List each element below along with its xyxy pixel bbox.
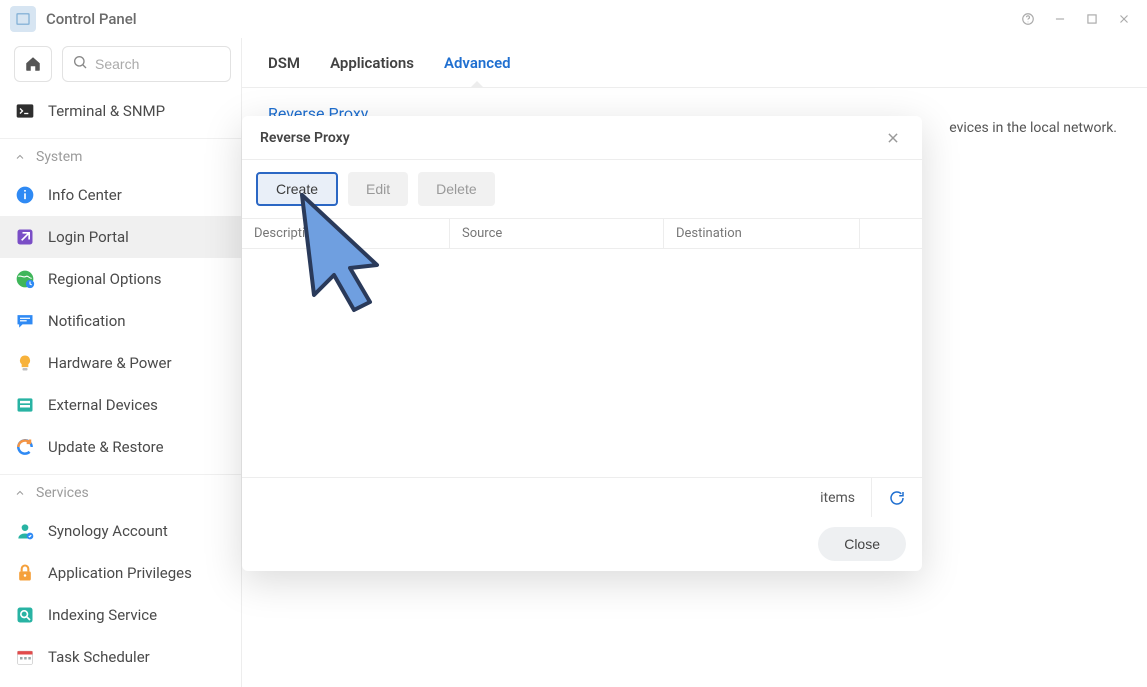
globe-icon — [14, 268, 36, 290]
sidebar-item-label: External Devices — [48, 396, 158, 414]
window-title: Control Panel — [46, 10, 137, 28]
tab-applications[interactable]: Applications — [330, 38, 414, 87]
sidebar-group-label: Services — [36, 485, 89, 501]
indexing-icon — [14, 604, 36, 626]
terminal-icon — [14, 100, 36, 122]
login-portal-icon — [14, 226, 36, 248]
sidebar-item-synology-account[interactable]: Synology Account — [0, 510, 241, 552]
lock-icon — [14, 562, 36, 584]
chevron-up-icon — [14, 151, 26, 163]
modal-title: Reverse Proxy — [260, 130, 350, 146]
sidebar-item-regional-options[interactable]: Regional Options — [0, 258, 241, 300]
account-icon — [14, 520, 36, 542]
sidebar-item-label: Indexing Service — [48, 606, 157, 624]
bulb-icon — [14, 352, 36, 374]
sidebar-item-task-scheduler[interactable]: Task Scheduler — [0, 636, 241, 678]
sidebar-item-external-devices[interactable]: External Devices — [0, 384, 241, 426]
sidebar-item-terminal-snmp[interactable]: Terminal & SNMP — [0, 90, 241, 132]
help-button[interactable] — [1015, 6, 1041, 32]
sidebar: Terminal & SNMP System Info Center Login… — [0, 38, 242, 687]
background-help-text: evices in the local network. — [949, 120, 1117, 136]
reverse-proxy-modal: Reverse Proxy Create Edit Delete Descrip… — [242, 116, 922, 571]
modal-close-button[interactable] — [882, 127, 904, 149]
sidebar-item-label: Regional Options — [48, 270, 162, 288]
sidebar-item-notification[interactable]: Notification — [0, 300, 241, 342]
sidebar-group-label: System — [36, 149, 82, 165]
sidebar-group-system[interactable]: System — [0, 138, 241, 174]
items-count-label: items — [820, 490, 855, 506]
sidebar-item-hardware-power[interactable]: Hardware & Power — [0, 342, 241, 384]
modal-status-bar: items — [242, 477, 922, 517]
calendar-icon — [14, 646, 36, 668]
maximize-button[interactable] — [1079, 6, 1105, 32]
column-destination[interactable]: Destination — [664, 219, 860, 248]
close-button[interactable]: Close — [818, 527, 906, 561]
refresh-button[interactable] — [871, 478, 906, 517]
create-button[interactable]: Create — [256, 172, 338, 206]
refresh-icon — [14, 436, 36, 458]
tab-dsm[interactable]: DSM — [268, 38, 300, 87]
sidebar-item-label: Info Center — [48, 186, 122, 204]
chat-icon — [14, 310, 36, 332]
sidebar-item-label: Task Scheduler — [48, 648, 150, 666]
sidebar-item-label: Application Privileges — [48, 564, 192, 582]
minimize-button[interactable] — [1047, 6, 1073, 32]
content-tabs: DSM Applications Advanced — [242, 38, 1147, 88]
search-icon — [72, 54, 88, 74]
window-titlebar: Control Panel — [0, 0, 1147, 38]
close-window-button[interactable] — [1111, 6, 1137, 32]
column-description[interactable]: Description — [242, 219, 450, 248]
sidebar-item-indexing-service[interactable]: Indexing Service — [0, 594, 241, 636]
sidebar-item-application-privileges[interactable]: Application Privileges — [0, 552, 241, 594]
delete-button[interactable]: Delete — [418, 172, 494, 206]
sidebar-item-label: Terminal & SNMP — [48, 102, 165, 120]
column-extra — [860, 219, 922, 248]
info-icon — [14, 184, 36, 206]
sidebar-item-info-center[interactable]: Info Center — [0, 174, 241, 216]
sidebar-item-login-portal[interactable]: Login Portal — [0, 216, 241, 258]
table-header: Description Source Destination — [242, 219, 922, 249]
sidebar-item-label: Login Portal — [48, 228, 129, 246]
chevron-up-icon — [14, 487, 26, 499]
edit-button[interactable]: Edit — [348, 172, 408, 206]
devices-icon — [14, 394, 36, 416]
home-button[interactable] — [14, 46, 52, 82]
app-icon — [10, 6, 36, 32]
sidebar-item-label: Synology Account — [48, 522, 168, 540]
tab-advanced[interactable]: Advanced — [444, 38, 511, 87]
sidebar-group-services[interactable]: Services — [0, 474, 241, 510]
column-source[interactable]: Source — [450, 219, 664, 248]
sidebar-item-update-restore[interactable]: Update & Restore — [0, 426, 241, 468]
sidebar-item-label: Update & Restore — [48, 438, 164, 456]
sidebar-item-label: Notification — [48, 312, 126, 330]
sidebar-item-label: Hardware & Power — [48, 354, 172, 372]
